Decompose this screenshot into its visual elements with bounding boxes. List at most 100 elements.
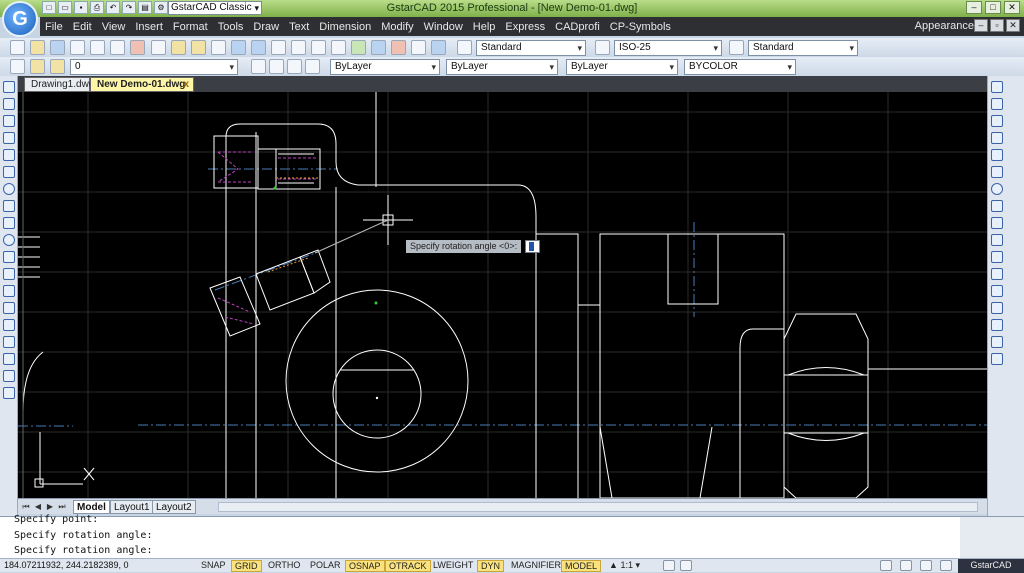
break-icon[interactable] bbox=[990, 268, 1003, 280]
horizontal-scrollbar[interactable] bbox=[218, 502, 978, 512]
linetype-select[interactable]: ByLayer bbox=[446, 59, 558, 75]
menu-cp-symbols[interactable]: CP-Symbols bbox=[605, 21, 676, 33]
appearance-menu[interactable]: Appearance bbox=[915, 20, 974, 32]
maximize-button[interactable]: □ bbox=[985, 1, 1001, 14]
grid-toggle[interactable]: GRID bbox=[231, 560, 262, 572]
layer-state-icon[interactable] bbox=[287, 59, 302, 74]
offset-icon[interactable] bbox=[990, 132, 1003, 144]
tab-model[interactable]: Model bbox=[73, 500, 110, 514]
rectangle-icon[interactable] bbox=[2, 149, 15, 161]
color-select[interactable]: ByLayer bbox=[330, 59, 440, 75]
menu-tools[interactable]: Tools bbox=[213, 21, 249, 33]
first-layout-icon[interactable]: ⏮ bbox=[21, 502, 31, 512]
menu-insert[interactable]: Insert bbox=[130, 21, 168, 33]
copy-object-icon[interactable] bbox=[990, 98, 1003, 110]
cut-icon[interactable] bbox=[130, 40, 146, 55]
otrack-toggle[interactable]: OTRACK bbox=[385, 560, 431, 572]
dynamic-input-field[interactable] bbox=[525, 240, 540, 253]
lweight-toggle[interactable]: LWEIGHT bbox=[430, 560, 476, 572]
auto-scale-icon[interactable] bbox=[680, 560, 692, 571]
annotation-scale[interactable]: ▲ 1:1 ▾ bbox=[606, 560, 643, 572]
zoom-window-icon[interactable] bbox=[311, 40, 326, 55]
layer-previous-icon[interactable] bbox=[269, 59, 284, 74]
copy-icon[interactable] bbox=[150, 40, 166, 55]
snap-toggle[interactable]: SNAP bbox=[198, 560, 229, 572]
make-block-icon[interactable] bbox=[2, 285, 15, 297]
menu-modify[interactable]: Modify bbox=[376, 21, 418, 33]
last-layout-icon[interactable]: ⏭ bbox=[57, 502, 67, 512]
trim-icon[interactable] bbox=[990, 234, 1003, 246]
paste-icon[interactable] bbox=[170, 40, 186, 55]
prev-layout-icon[interactable]: ◀ bbox=[33, 502, 43, 512]
ellipse-icon[interactable] bbox=[2, 234, 15, 246]
block-icon[interactable] bbox=[210, 40, 226, 55]
doc-minimize-button[interactable]: – bbox=[974, 19, 988, 32]
command-scrollbar[interactable] bbox=[960, 517, 1024, 559]
mtext-icon[interactable] bbox=[2, 387, 15, 399]
save-file-icon[interactable] bbox=[50, 40, 66, 55]
ortho-toggle[interactable]: ORTHO bbox=[265, 560, 303, 572]
lineweight-select[interactable]: ByLayer bbox=[566, 59, 678, 75]
coordinate-readout[interactable]: 184.07211932, 244.2182389, 0 bbox=[4, 559, 128, 572]
arc-icon[interactable] bbox=[2, 166, 15, 178]
tab-new-demo-01[interactable]: New Demo-01.dwg x bbox=[90, 77, 194, 92]
layer-select[interactable]: 0 bbox=[70, 59, 238, 75]
print-icon[interactable] bbox=[70, 40, 86, 55]
layer-iso-icon[interactable] bbox=[305, 59, 320, 74]
chamfer-icon[interactable] bbox=[990, 319, 1003, 331]
scale-icon[interactable] bbox=[990, 200, 1003, 212]
annotation-visibility-icon[interactable] bbox=[663, 560, 675, 571]
text-style-select[interactable]: Standard bbox=[476, 40, 586, 56]
array-icon[interactable] bbox=[990, 149, 1003, 161]
calculator-icon[interactable] bbox=[411, 40, 427, 55]
explode-icon[interactable] bbox=[990, 353, 1003, 365]
menu-text[interactable]: Text bbox=[284, 21, 314, 33]
menu-edit[interactable]: Edit bbox=[68, 21, 97, 33]
tab-layout1[interactable]: Layout1 bbox=[110, 500, 154, 514]
layer-manager-icon[interactable] bbox=[10, 59, 26, 74]
menu-draw[interactable]: Draw bbox=[248, 21, 284, 33]
publish-icon[interactable] bbox=[110, 40, 126, 55]
menu-file[interactable]: File bbox=[40, 21, 68, 33]
insert-block-icon[interactable] bbox=[2, 268, 15, 280]
pan-icon[interactable] bbox=[270, 40, 286, 55]
polygon-icon[interactable] bbox=[2, 132, 15, 144]
new-file-icon[interactable] bbox=[10, 40, 26, 55]
menu-window[interactable]: Window bbox=[419, 21, 468, 33]
doc-restore-button[interactable]: ▫ bbox=[990, 19, 1004, 32]
polar-toggle[interactable]: POLAR bbox=[307, 560, 344, 572]
tool-palettes-icon[interactable] bbox=[391, 40, 407, 55]
tray-settings-icon[interactable] bbox=[940, 560, 952, 571]
point-icon[interactable] bbox=[2, 302, 15, 314]
table-style-select[interactable]: Standard bbox=[748, 40, 858, 56]
close-button[interactable]: ✕ bbox=[1004, 1, 1020, 14]
line-icon[interactable] bbox=[2, 81, 15, 93]
xline-icon[interactable] bbox=[2, 98, 15, 110]
sun-icon[interactable] bbox=[50, 59, 66, 74]
dim-style-select[interactable]: ISO-25 bbox=[614, 40, 722, 56]
menu-format[interactable]: Format bbox=[168, 21, 213, 33]
move-icon[interactable] bbox=[990, 166, 1003, 178]
table-style-icon[interactable] bbox=[729, 40, 744, 55]
rotate-icon[interactable] bbox=[990, 183, 1003, 195]
plotstyle-select[interactable]: BYCOLOR bbox=[684, 59, 796, 75]
text-style-icon[interactable] bbox=[457, 40, 472, 55]
menu-view[interactable]: View bbox=[97, 21, 131, 33]
table-icon[interactable] bbox=[2, 370, 15, 382]
revcloud-icon[interactable] bbox=[2, 200, 15, 212]
gradient-icon[interactable] bbox=[2, 336, 15, 348]
redo-icon[interactable] bbox=[250, 40, 266, 55]
ellipse-arc-icon[interactable] bbox=[2, 251, 15, 263]
spline-icon[interactable] bbox=[2, 217, 15, 229]
make-layer-current-icon[interactable] bbox=[251, 59, 266, 74]
properties-icon[interactable] bbox=[351, 40, 367, 55]
drawing-canvas[interactable]: Specify rotation angle <0>: bbox=[18, 92, 987, 498]
polyline-icon[interactable] bbox=[2, 115, 15, 127]
menu-dimension[interactable]: Dimension bbox=[314, 21, 376, 33]
print-preview-icon[interactable] bbox=[90, 40, 106, 55]
tab-layout2[interactable]: Layout2 bbox=[152, 500, 196, 514]
dim-style-icon[interactable] bbox=[595, 40, 610, 55]
model-toggle[interactable]: MODEL bbox=[561, 560, 602, 572]
dyn-toggle[interactable]: DYN bbox=[477, 560, 505, 572]
join-icon[interactable] bbox=[990, 302, 1003, 314]
